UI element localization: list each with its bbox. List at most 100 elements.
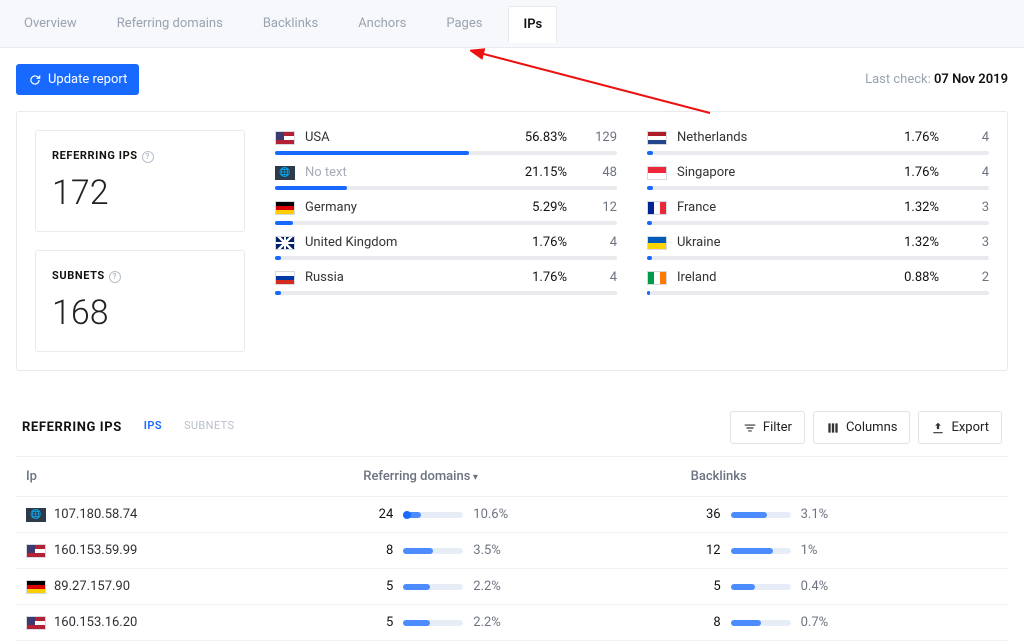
country-bar: [275, 291, 617, 295]
country-percent: 5.29%: [507, 200, 567, 215]
flag-icon: [26, 544, 46, 558]
metric-bar: [403, 584, 463, 590]
flag-icon: [26, 580, 46, 594]
ip-address: 107.180.58.74: [54, 507, 137, 522]
country-row[interactable]: Russia1.76%4: [275, 270, 617, 295]
flag-icon: [275, 201, 295, 215]
country-name: United Kingdom: [305, 235, 497, 250]
country-name: USA: [305, 130, 497, 145]
table-row[interactable]: 89.27.157.90 5 2.2% 5 0.4%: [16, 569, 1008, 605]
tab-backlinks[interactable]: Backlinks: [249, 6, 332, 43]
metric-bar: [731, 620, 791, 626]
country-name: Ukraine: [677, 235, 869, 250]
metric-value: 5: [363, 579, 393, 594]
flag-icon: [275, 236, 295, 250]
table-row[interactable]: 🌐 107.180.58.74 24 10.6% 36 3.1%: [16, 497, 1008, 533]
filter-icon: [743, 421, 757, 435]
country-count: 4: [577, 235, 617, 250]
col-ip[interactable]: Ip: [16, 457, 353, 497]
table-row[interactable]: 160.153.16.2052.2%80.7%: [16, 605, 1008, 641]
tab-anchors[interactable]: Anchors: [344, 6, 420, 43]
country-row[interactable]: Ireland 0.88% 2: [647, 270, 989, 295]
country-count: 2: [949, 270, 989, 285]
metric-bar: [731, 584, 791, 590]
country-bar: [647, 221, 989, 225]
country-count: 129: [577, 130, 617, 145]
country-name: Singapore: [677, 165, 869, 180]
country-percent: 1.32%: [879, 200, 939, 215]
col-backlinks[interactable]: Backlinks: [681, 457, 1008, 497]
metric-bar: [731, 512, 791, 518]
country-row[interactable]: 🌐No text21.15%48: [275, 165, 617, 190]
tab-referring-domains[interactable]: Referring domains: [103, 6, 237, 43]
update-report-button[interactable]: Update report: [16, 64, 139, 95]
country-bar: [275, 186, 617, 190]
ip-address: 160.153.59.99: [54, 543, 137, 558]
metric-percent: 0.4%: [801, 579, 845, 594]
country-percent: 0.88%: [879, 270, 939, 285]
help-icon[interactable]: ?: [142, 151, 154, 163]
country-row[interactable]: Singapore1.76%4: [647, 165, 989, 190]
country-bar: [275, 151, 617, 155]
country-row[interactable]: France 1.32% 3: [647, 200, 989, 225]
tab-overview[interactable]: Overview: [10, 6, 91, 43]
country-row[interactable]: Germany 5.29% 12: [275, 200, 617, 225]
metric-value: 8: [691, 615, 721, 630]
country-count: 4: [577, 270, 617, 285]
country-bar: [647, 256, 989, 260]
country-row[interactable]: Netherlands1.76%4: [647, 130, 989, 155]
country-name: No text: [305, 165, 497, 180]
subtab-subnets[interactable]: SUBNETS: [184, 419, 235, 436]
globe-icon: 🌐: [26, 508, 46, 522]
country-count: 4: [949, 130, 989, 145]
metric-percent: 2.2%: [473, 579, 517, 594]
flag-icon: [647, 201, 667, 215]
metric-bar: [403, 548, 463, 554]
country-bar: [647, 151, 989, 155]
globe-icon: 🌐: [275, 166, 295, 180]
metric-percent: 0.7%: [801, 615, 845, 630]
tab-pages[interactable]: Pages: [432, 6, 496, 43]
country-percent: 1.76%: [879, 130, 939, 145]
flag-icon: [26, 616, 46, 630]
export-button[interactable]: Export: [918, 411, 1002, 444]
metric-percent: 1%: [801, 543, 845, 558]
country-count: 3: [949, 235, 989, 250]
country-bar: [647, 186, 989, 190]
flag-icon: [275, 271, 295, 285]
ip-address: 89.27.157.90: [54, 579, 130, 594]
export-icon: [931, 421, 945, 435]
metric-bar: [403, 620, 463, 626]
tabs: Overview Referring domains Backlinks Anc…: [0, 0, 1024, 48]
table-row[interactable]: 160.153.59.9983.5%121%: [16, 533, 1008, 569]
country-row[interactable]: USA 56.83% 129: [275, 130, 617, 155]
country-bar: [275, 221, 617, 225]
metric-percent: 10.6%: [473, 507, 517, 522]
columns-button[interactable]: Columns: [813, 411, 911, 444]
metric-value: 5: [691, 579, 721, 594]
metric-percent: 3.5%: [473, 543, 517, 558]
help-icon[interactable]: ?: [109, 271, 121, 283]
subtab-ips[interactable]: IPS: [144, 419, 162, 436]
tab-ips[interactable]: IPs: [508, 6, 557, 43]
col-referring-domains[interactable]: Referring domains: [353, 457, 680, 497]
country-bar: [275, 256, 617, 260]
last-check: Last check: 07 Nov 2019: [865, 72, 1008, 87]
metric-value: 36: [691, 507, 721, 522]
metric-value: 24: [363, 507, 393, 522]
country-row[interactable]: United Kingdom1.76%4: [275, 235, 617, 260]
referring-ips-stat: REFERRING IPS? 172: [35, 130, 245, 232]
subnets-stat: SUBNETS? 168: [35, 250, 245, 352]
country-name: Germany: [305, 200, 497, 215]
country-bar: [647, 291, 989, 295]
country-row[interactable]: Ukraine1.32%3: [647, 235, 989, 260]
country-name: Ireland: [677, 270, 869, 285]
ip-address: 160.153.16.20: [54, 615, 137, 630]
filter-button[interactable]: Filter: [730, 411, 805, 444]
flag-icon: [647, 236, 667, 250]
country-name: France: [677, 200, 869, 215]
metric-percent: 3.1%: [801, 507, 845, 522]
country-percent: 56.83%: [507, 130, 567, 145]
country-count: 3: [949, 200, 989, 215]
country-count: 12: [577, 200, 617, 215]
